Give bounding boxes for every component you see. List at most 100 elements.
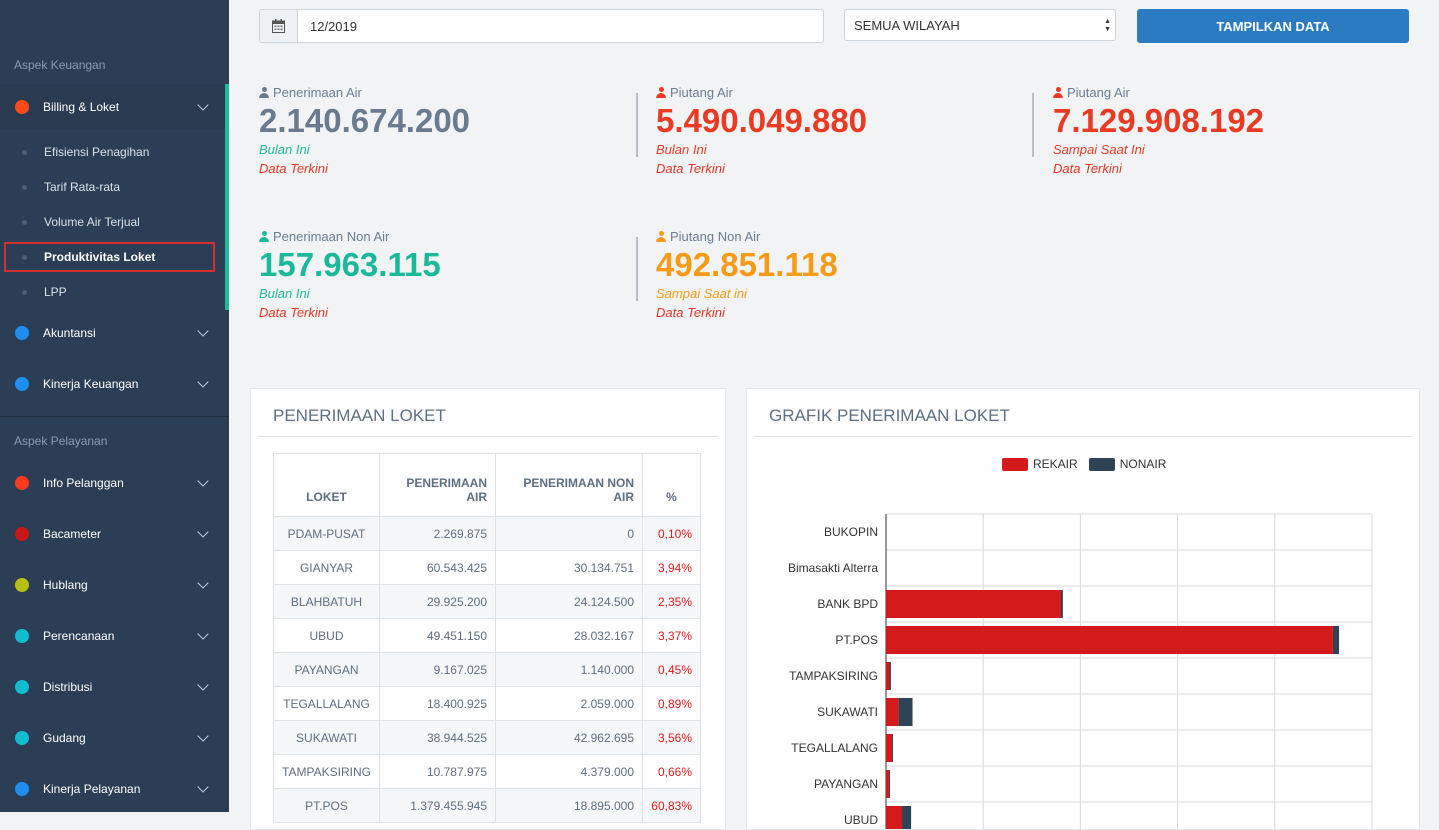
penerimaan-loket-card: PENERIMAAN LOKET LOKET PENERIMAAN AIR PE…: [250, 388, 726, 830]
sidebar-item-label: Kinerja Keuangan: [43, 377, 139, 391]
cell-air: 38.944.525: [379, 720, 496, 755]
sidebar-item-label: Hublang: [43, 578, 88, 592]
stat-value: 492.851.118: [656, 246, 838, 283]
sidebar-item-label: Gudang: [43, 731, 86, 745]
table-row: UBUD 49.451.150 28.032.167 3,37%: [273, 618, 701, 653]
distribusi-dot-icon: [15, 680, 29, 694]
chart-bar-rekair: [886, 806, 903, 829]
bullet-icon: [22, 219, 27, 225]
column-header[interactable]: PENERIMAAN AIR: [379, 453, 496, 517]
stat-value: 2.140.674.200: [259, 102, 471, 139]
user-icon: [259, 87, 269, 98]
stat-note: Data Terkini: [1053, 161, 1122, 176]
show-data-button[interactable]: TAMPILKAN DATA: [1137, 9, 1409, 43]
stat-piutang-air-total: Piutang Air 7.129.908.192 Sampai Saat In…: [1053, 85, 1264, 178]
stat-label: Piutang Air: [670, 85, 733, 100]
stat-piutang-non-air: Piutang Non Air 492.851.118 Sampai Saat …: [656, 229, 838, 322]
chart-category-label: UBUD: [844, 813, 878, 827]
akuntansi-dot-icon: [15, 326, 29, 340]
cell-loket: UBUD: [273, 618, 380, 653]
sidebar-item-label: Kinerja Pelayanan: [43, 782, 141, 796]
sidebar-item-hublang[interactable]: Hublang: [0, 562, 229, 608]
cell-non-air: 4.379.000: [495, 754, 643, 789]
stat-value: 157.963.115: [259, 246, 441, 283]
chevron-down-icon: [197, 325, 209, 337]
grafik-penerimaan-loket-card: GRAFIK PENERIMAAN LOKET REKAIR NONAIR BU…: [746, 388, 1420, 830]
chart-bar-nonair: [1332, 626, 1340, 654]
stat-value: 7.129.908.192: [1053, 102, 1265, 139]
sidebar-subitem-produktivitas-loket[interactable]: Produktivitas Loket: [4, 242, 215, 272]
table-row: PAYANGAN 9.167.025 1.140.000 0,45%: [273, 652, 701, 687]
stat-note: Data Terkini: [656, 305, 725, 320]
chart-bar-rekair: [886, 734, 892, 762]
chevron-down-icon: [197, 475, 209, 487]
chevron-down-icon: [197, 628, 209, 640]
stat-piutang-air-bulan: Piutang Air 5.490.049.880 Bulan Ini Data…: [656, 85, 867, 178]
cell-loket: TEGALLALANG: [273, 686, 380, 721]
table-row: TEGALLALANG 18.400.925 2.059.000 0,89%: [273, 686, 701, 721]
stat-label-row: Penerimaan Non Air: [259, 229, 441, 244]
stat-label: Piutang Non Air: [670, 229, 761, 244]
stat-note: Data Terkini: [259, 161, 328, 176]
cell-percent: 0,45%: [642, 652, 701, 687]
perencanaan-dot-icon: [15, 629, 29, 643]
stat-penerimaan-air: Penerimaan Air 2.140.674.200 Bulan Ini D…: [259, 85, 470, 178]
chevron-down-icon: [197, 376, 209, 388]
sidebar-item-perencanaan[interactable]: Perencanaan: [0, 613, 229, 659]
cell-percent: 3,94%: [642, 550, 701, 585]
stat-separator: [636, 237, 638, 301]
chart-category-label: TAMPAKSIRING: [789, 669, 878, 683]
sidebar-item-label: Akuntansi: [43, 326, 96, 340]
chart-plot: BUKOPIN Bimasakti Alterra BANK BPD PT.POS TA…: [788, 513, 1373, 829]
cell-percent: 3,56%: [642, 720, 701, 755]
column-header[interactable]: PENERIMAAN NON AIR: [495, 453, 643, 517]
cell-non-air: 42.962.695: [495, 720, 643, 755]
chart-bar-nonair: [902, 806, 912, 829]
sidebar-subitem-efisiensi-penagihan[interactable]: Efisiensi Penagihan: [0, 137, 225, 167]
period-field[interactable]: [259, 9, 824, 43]
sidebar-item-bacameter[interactable]: Bacameter: [0, 511, 229, 557]
sidebar-subitem-tarif-rata-rata[interactable]: Tarif Rata-rata: [0, 172, 225, 202]
cell-air: 2.269.875: [379, 516, 496, 551]
sidebar-item-gudang[interactable]: Gudang: [0, 715, 229, 761]
bullet-icon: [22, 184, 27, 190]
sidebar-item-distribusi[interactable]: Distribusi: [0, 664, 229, 710]
sidebar-item-kinerja-pelayanan[interactable]: Kinerja Pelayanan: [0, 766, 229, 812]
calendar-icon[interactable]: [260, 10, 298, 42]
chart-category-label: Bimasakti Alterra: [788, 561, 878, 575]
sidebar-subitem-lpp[interactable]: LPP: [0, 277, 225, 307]
chevron-down-icon: [197, 99, 209, 111]
sidebar-item-info-pelanggan[interactable]: Info Pelanggan: [0, 460, 229, 506]
period-input[interactable]: [298, 10, 823, 42]
sidebar-item-label: Bacameter: [43, 527, 102, 541]
select-arrows-icon: ▲ ▼: [1104, 18, 1111, 33]
billing-dot-icon: [15, 100, 29, 114]
chart-bar-rekair: [886, 770, 889, 798]
sidebar-item-akuntansi[interactable]: Akuntansi: [0, 310, 229, 356]
stat-period: Bulan Ini: [259, 286, 310, 301]
table-header-row: LOKET PENERIMAAN AIR PENERIMAAN NON AIR …: [273, 453, 701, 517]
cell-non-air: 18.895.000: [495, 788, 643, 823]
chart-category-label: BANK BPD: [817, 597, 878, 611]
stat-label-row: Piutang Air: [1053, 85, 1264, 100]
cell-percent: 0,89%: [642, 686, 701, 721]
cell-non-air: 30.134.751: [495, 550, 643, 585]
sidebar-item-billing-loket[interactable]: Billing & Loket: [0, 84, 229, 130]
bullet-icon: [22, 254, 27, 260]
region-select[interactable]: SEMUA WILAYAH ▲ ▼: [844, 9, 1116, 41]
user-icon: [259, 231, 269, 242]
stat-label-row: Penerimaan Air: [259, 85, 470, 100]
sidebar-subitem-volume-air-terjual[interactable]: Volume Air Terjual: [0, 207, 225, 237]
sidebar-item-kinerja-keuangan[interactable]: Kinerja Keuangan: [0, 361, 229, 407]
cell-non-air: 1.140.000: [495, 652, 643, 687]
section-title-finance: Aspek Keuangan: [14, 58, 106, 72]
sidebar-divider: [0, 416, 229, 417]
stat-label-row: Piutang Non Air: [656, 229, 838, 244]
chart-bar-nonair: [1060, 590, 1063, 618]
chevron-down-icon: [197, 679, 209, 691]
info-pelanggan-dot-icon: [15, 476, 29, 490]
kinerja-pelayanan-dot-icon: [15, 782, 29, 796]
column-header[interactable]: LOKET: [273, 453, 380, 517]
column-header[interactable]: %: [642, 453, 701, 517]
subitem-label: Efisiensi Penagihan: [44, 145, 150, 159]
